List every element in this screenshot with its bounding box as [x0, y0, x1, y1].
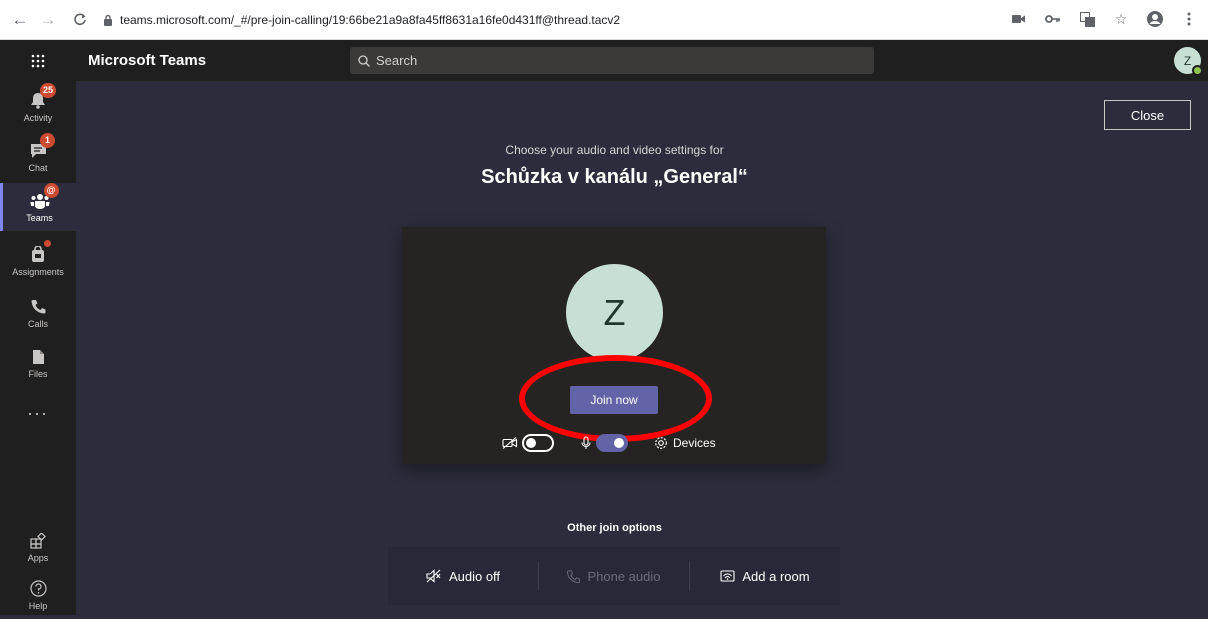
chat-icon: 1 — [28, 132, 55, 160]
rail-item-activity[interactable]: 25 Activity — [0, 82, 76, 131]
audio-off-label: Audio off — [448, 568, 501, 584]
key-icon[interactable] — [1042, 8, 1064, 30]
microphone-toggle-knob — [614, 438, 624, 448]
star-icon[interactable]: ☆ — [1110, 8, 1132, 30]
prejoin-subtitle: Choose your audio and video settings for — [505, 143, 724, 157]
join-now-button[interactable]: Join now — [570, 386, 658, 414]
app-title: Microsoft Teams — [88, 52, 207, 69]
rail-label: Chat — [28, 162, 48, 173]
camera-toggle[interactable] — [522, 434, 554, 452]
rail-label: Teams — [26, 212, 53, 223]
activity-badge: 25 — [40, 82, 57, 98]
user-avatar-initial: Z — [1183, 53, 1192, 68]
chat-badge: 1 — [40, 132, 55, 148]
teams-mention-badge: @ — [43, 182, 59, 198]
back-icon[interactable]: ← — [8, 8, 32, 32]
teams-icon: @ — [30, 182, 59, 210]
url-path: /_#/pre-join-calling/19:66be21a9a8fa45ff… — [230, 12, 621, 27]
camera-off-icon — [502, 437, 518, 449]
camera-blocked-icon[interactable] — [1008, 8, 1030, 30]
app-bar: 25 Activity 1 Chat @ Teams Assignments C… — [0, 81, 76, 615]
speaker-off-icon — [426, 569, 441, 583]
close-button[interactable]: Close — [1104, 100, 1191, 130]
phone-audio-option[interactable]: Phone audio — [539, 547, 689, 605]
preview-avatar-initial: Z — [603, 291, 626, 333]
rail-item-calls[interactable]: Calls — [0, 289, 76, 337]
help-icon — [28, 580, 48, 598]
rail-label: Activity — [23, 112, 53, 123]
url-host: teams.microsoft.com — [120, 12, 231, 27]
devices-label: Devices — [673, 436, 716, 450]
browser-menu-icon[interactable] — [1178, 8, 1200, 30]
rail-label: Help — [28, 600, 48, 611]
phone-icon — [567, 569, 581, 583]
app-launcher-icon[interactable] — [0, 40, 76, 81]
rail-item-assignments[interactable]: Assignments — [0, 237, 76, 285]
more-apps-icon[interactable]: ... — [0, 399, 76, 420]
forward-icon[interactable]: → — [36, 8, 60, 32]
audio-off-option[interactable]: Audio off — [388, 547, 538, 605]
camera-toggle-knob — [526, 438, 536, 448]
address-bar[interactable]: teams.microsoft.com/_#/pre-join-calling/… — [120, 13, 620, 27]
rail-label: Assignments — [12, 266, 64, 277]
rail-item-chat[interactable]: 1 Chat — [0, 132, 76, 181]
video-preview: Z Join now Devices — [402, 227, 826, 464]
reload-icon[interactable] — [68, 8, 92, 32]
rail-item-help[interactable]: Help — [0, 571, 76, 619]
teams-header: Microsoft Teams Z — [0, 40, 1208, 81]
search-input[interactable] — [376, 53, 856, 68]
rail-item-teams[interactable]: @ Teams — [0, 182, 76, 231]
rail-label: Files — [28, 368, 48, 379]
phone-audio-label: Phone audio — [587, 568, 661, 584]
file-icon — [28, 348, 48, 366]
prejoin-screen: Close Choose your audio and video settin… — [76, 81, 1208, 615]
room-cast-icon — [720, 569, 735, 582]
phone-icon — [28, 298, 48, 316]
assignments-dot-badge — [44, 239, 51, 247]
devices-button[interactable]: Devices — [654, 436, 716, 450]
meeting-title: Schůzka v kanálu „General“ — [481, 166, 748, 188]
apps-icon — [28, 532, 48, 550]
other-join-options-title: Other join options — [567, 522, 662, 534]
assignments-icon — [28, 239, 51, 264]
rail-label: Apps — [27, 552, 49, 563]
preview-avatar: Z — [566, 264, 663, 361]
rail-item-files[interactable]: Files — [0, 339, 76, 387]
microphone-toggle[interactable] — [596, 434, 628, 452]
search-box[interactable] — [350, 47, 874, 74]
add-room-label: Add a room — [742, 568, 810, 584]
presence-available-indicator — [1192, 65, 1203, 76]
user-avatar[interactable]: Z — [1174, 47, 1203, 76]
add-room-option[interactable]: Add a room — [690, 547, 840, 605]
lock-icon[interactable] — [102, 13, 114, 27]
gear-icon — [655, 437, 667, 449]
search-icon — [358, 54, 370, 67]
browser-toolbar: ← → teams.microsoft.com/_#/pre-join-call… — [0, 0, 1208, 40]
translate-icon[interactable] — [1076, 8, 1098, 30]
microphone-icon — [581, 436, 591, 449]
other-join-options: Audio off Phone audio Add a room — [388, 547, 840, 605]
rail-item-apps[interactable]: Apps — [0, 523, 76, 571]
profile-icon[interactable] — [1144, 8, 1166, 30]
device-controls: Devices — [502, 432, 716, 454]
rail-label: Calls — [27, 318, 48, 329]
bell-icon: 25 — [28, 82, 57, 110]
